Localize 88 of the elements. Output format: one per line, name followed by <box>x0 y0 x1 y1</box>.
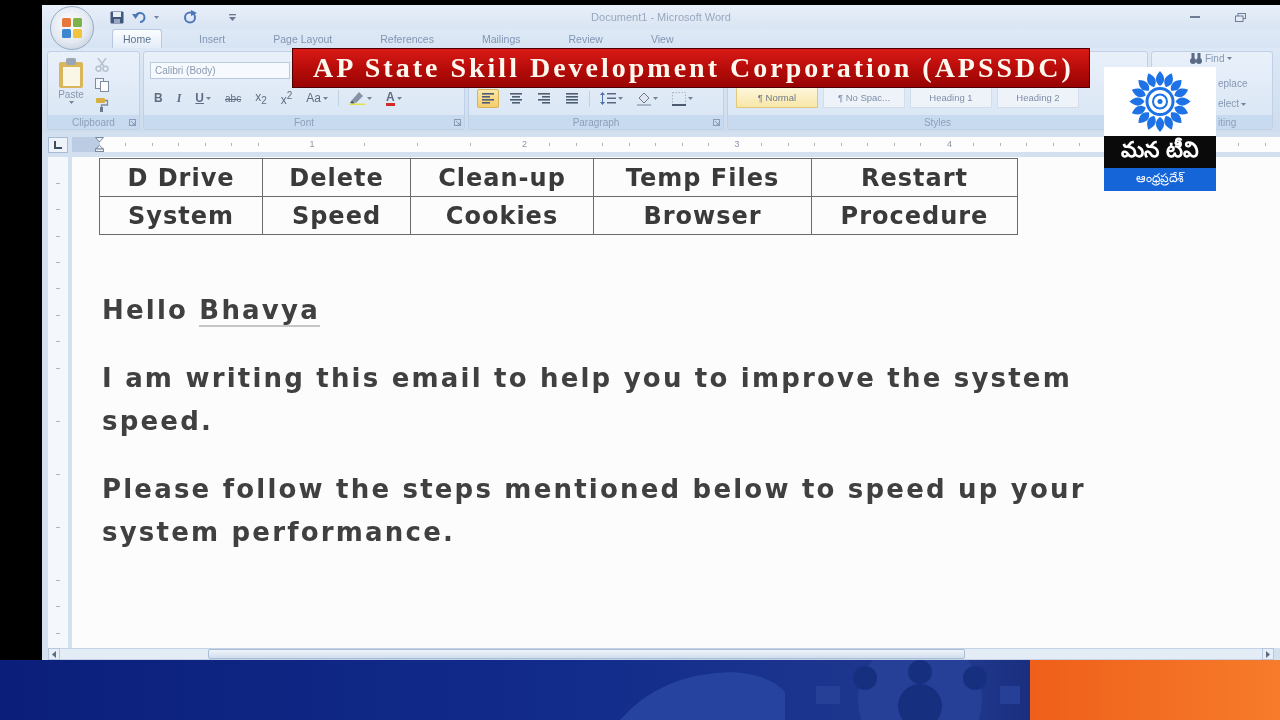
caret-icon <box>206 96 211 100</box>
table-cell: Procedure <box>812 197 1018 235</box>
table-cell: Speed <box>263 197 411 235</box>
caret-icon <box>396 96 402 100</box>
line-spacing-icon <box>600 92 616 105</box>
group-label: Clipboard <box>72 116 115 128</box>
center-icon <box>510 93 522 104</box>
subscript-button[interactable]: x$_{2}$ <box>251 89 271 107</box>
tab-selector-button[interactable] <box>48 136 68 153</box>
body-paragraph: I am writing this email to help you to improve the system speed. <box>102 362 1073 438</box>
scroll-left-button[interactable] <box>48 648 60 660</box>
ribbon-tab[interactable]: View <box>639 29 685 48</box>
group-label: iting <box>1218 116 1237 128</box>
caret-icon <box>322 96 328 100</box>
launcher-icon[interactable] <box>454 118 461 126</box>
table-cell: Clean-up <box>411 159 594 197</box>
caret-icon <box>688 97 693 100</box>
caption-banner: AP State Skill Development Corporation (APSSDC) <box>292 48 1090 88</box>
indent-marker-icon[interactable] <box>95 137 104 152</box>
launcher-icon[interactable] <box>129 118 136 126</box>
justify-icon <box>566 93 578 104</box>
find-button[interactable]: Find <box>1189 52 1234 65</box>
border-icon <box>672 91 686 106</box>
table-cell: D Drive <box>100 159 263 197</box>
restore-icon[interactable] <box>1235 12 1246 22</box>
highlighter-icon <box>348 91 365 105</box>
paint-bucket-icon <box>637 91 651 106</box>
caret-icon <box>154 15 159 19</box>
brush-icon[interactable] <box>95 98 109 112</box>
channel-region: ఆంధ్రప్రదేశ్ <box>1104 168 1216 191</box>
save-icon[interactable] <box>110 10 124 24</box>
caret-icon <box>68 101 74 104</box>
horizontal-scrollbar[interactable] <box>60 648 1262 660</box>
strikethrough-button[interactable]: abc <box>221 89 246 107</box>
group-label: Styles <box>923 116 952 128</box>
font-name-field[interactable]: Calibri (Body) <box>150 62 290 79</box>
caret-icon <box>366 96 372 100</box>
table-cell: Cookies <box>411 197 594 235</box>
align-left-icon <box>482 93 494 104</box>
copy-icon[interactable] <box>95 78 109 92</box>
italic-button[interactable]: I <box>172 89 186 107</box>
flower-emblem-icon <box>1104 67 1216 136</box>
clipboard-icon <box>58 58 84 88</box>
table-cell: Restart <box>812 159 1018 197</box>
customize-icon[interactable] <box>229 13 236 21</box>
superscript-button[interactable]: x$^{2}$ <box>276 89 297 107</box>
bold-button[interactable]: B <box>150 89 167 107</box>
style-option[interactable]: Heading 1 <box>910 87 992 108</box>
align-left-button[interactable] <box>477 89 499 108</box>
align-right-icon <box>538 93 550 104</box>
group-label: Paragraph <box>572 116 620 128</box>
ribbon-tab[interactable]: Page Layout <box>262 29 344 48</box>
paste-button[interactable]: Paste <box>57 52 85 115</box>
scrollbar-thumb[interactable] <box>208 649 965 659</box>
logo-icon <box>61 17 83 39</box>
caret-icon <box>653 97 658 100</box>
undo-icon[interactable] <box>132 11 146 23</box>
body-paragraph: Please follow the steps mentioned below to speed up your system performance. <box>102 473 1087 549</box>
launcher-icon[interactable] <box>713 118 720 126</box>
ribbon-tab[interactable]: Review <box>557 29 614 48</box>
replace-button[interactable]: eplace <box>1217 75 1249 93</box>
left-arrow-icon <box>52 650 56 658</box>
style-option[interactable]: ¶ Normal <box>736 87 818 108</box>
window-title: Document1 - Microsoft Word <box>591 11 731 23</box>
greeting-text: Hello Bhavya <box>102 294 320 329</box>
table-cell: System <box>100 197 263 235</box>
right-arrow-icon <box>1266 650 1270 658</box>
ribbon-tab[interactable]: References <box>369 29 445 48</box>
ribbon-tab[interactable]: Mailings <box>470 29 532 48</box>
binoculars-icon <box>1190 53 1202 64</box>
caret-icon <box>618 97 623 100</box>
table-cell: Temp Files <box>594 159 812 197</box>
style-option[interactable]: Heading 2 <box>997 87 1079 108</box>
table-cell: Delete <box>263 159 411 197</box>
caret-icon <box>1227 57 1233 60</box>
select-button[interactable]: elect <box>1217 95 1248 113</box>
style-option[interactable]: ¶ No Spac... <box>823 87 905 108</box>
tab-stop-icon <box>54 140 62 149</box>
underline-button[interactable]: U <box>191 89 215 107</box>
ribbon-tab[interactable]: Home <box>112 29 162 48</box>
scroll-right-button[interactable] <box>1262 648 1274 660</box>
caret-icon <box>1241 102 1247 106</box>
group-label: Font <box>294 116 314 128</box>
change-case-button[interactable]: Aa <box>302 89 332 107</box>
ribbon-tab[interactable]: Insert <box>188 29 237 48</box>
redo-icon[interactable] <box>183 10 197 24</box>
table-cell: Browser <box>594 197 812 235</box>
channel-name: మన టీవి <box>1104 136 1216 168</box>
